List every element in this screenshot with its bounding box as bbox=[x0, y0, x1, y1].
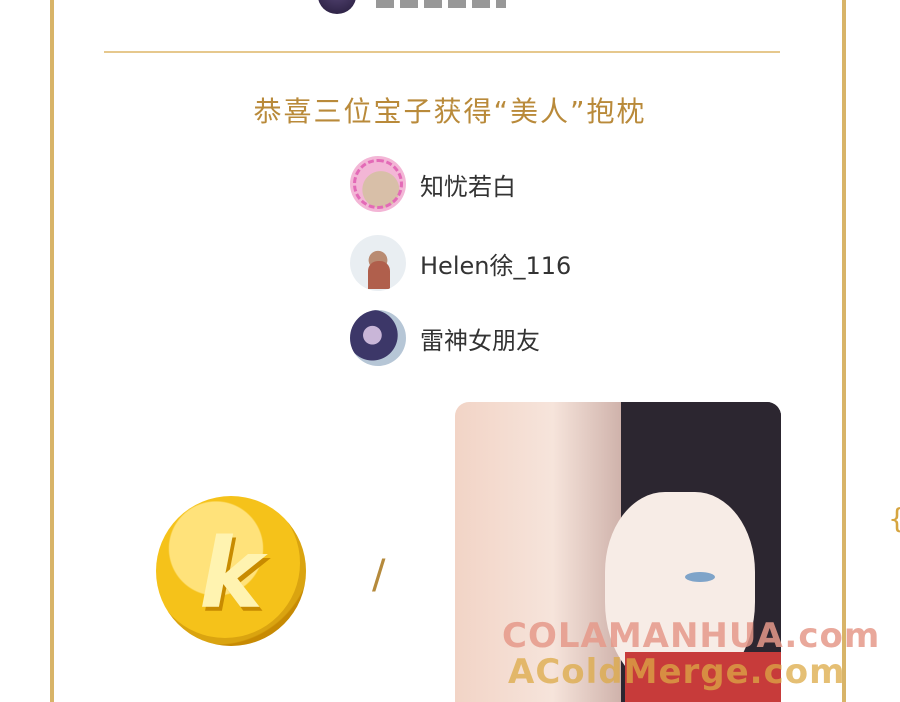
previous-name-redacted bbox=[376, 0, 506, 8]
avatar bbox=[350, 310, 406, 366]
winner-name: 雷神女朋友 bbox=[420, 326, 540, 355]
watermark-line2: AColdMerge.com bbox=[508, 652, 846, 692]
coin-letter: k bbox=[199, 518, 263, 630]
separator: / bbox=[372, 552, 386, 598]
avatar bbox=[350, 235, 406, 291]
previous-avatar bbox=[318, 0, 356, 14]
edge-decoration: { bbox=[888, 502, 900, 535]
winner-item: Helen徐_116 bbox=[350, 235, 571, 291]
winner-name: Helen徐_116 bbox=[420, 251, 572, 280]
winner-name: 知忧若白 bbox=[420, 172, 516, 201]
divider bbox=[104, 51, 780, 53]
coin-icon: k bbox=[156, 496, 306, 646]
winner-item: 雷神女朋友 bbox=[350, 310, 540, 366]
winner-item: 知忧若白 bbox=[350, 156, 516, 212]
watermark-line1: COLAMANHUA.com bbox=[502, 616, 881, 656]
avatar bbox=[350, 156, 406, 212]
page-title: 恭喜三位宝子获得“美人”抱枕 bbox=[253, 95, 647, 128]
